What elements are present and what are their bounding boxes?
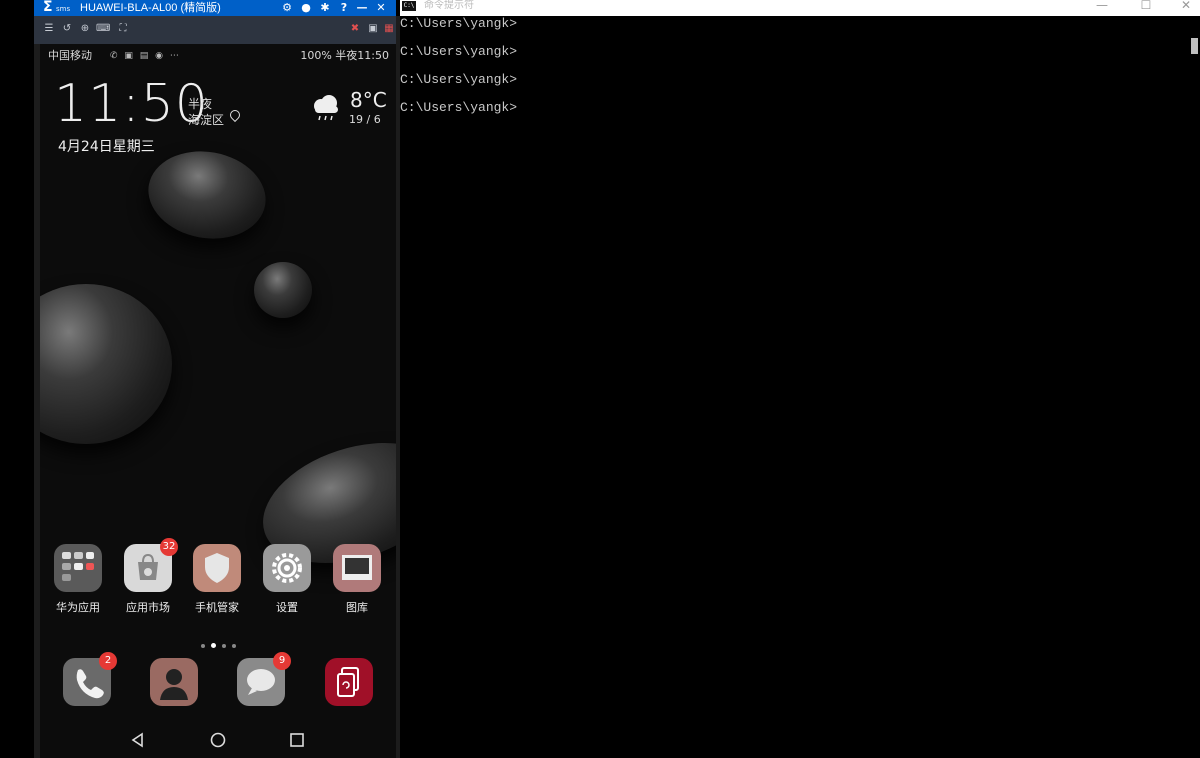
notification-badge: 32 [160, 538, 178, 556]
close-icon[interactable]: ✕ [1166, 0, 1200, 12]
home-icon[interactable] [210, 732, 226, 748]
cmd-scrollbar[interactable] [1188, 16, 1200, 758]
app-label: 手机管家 [195, 601, 239, 614]
cmd-console-output[interactable]: C:\Users\yangk> C:\Users\yangk> C:\Users… [400, 16, 1188, 758]
clock-ampm: 半夜 [188, 97, 213, 111]
date-label: 4月24日星期三 [58, 139, 155, 155]
pin-icon[interactable]: ✱ [318, 0, 332, 16]
app-label: 华为应用 [56, 601, 100, 614]
mute-icon[interactable]: ✖ [348, 22, 362, 36]
clock-time[interactable]: 11:50 [54, 74, 209, 134]
carrier-label: 中国移动 [48, 49, 92, 62]
clock-location: 海淀区 [188, 113, 225, 127]
menu-icon[interactable]: ☰ [42, 22, 56, 36]
back-icon[interactable] [130, 732, 146, 748]
gallery-icon [333, 544, 381, 592]
command-prompt-window[interactable]: C:\ 命令提示符 — ☐ ✕ C:\Users\yangk> C:\Users… [400, 0, 1200, 758]
phone-icon: 2 [63, 652, 117, 706]
wallpaper-pebble [40, 284, 172, 444]
console-line: C:\Users\yangk> [400, 16, 518, 31]
dock-contacts[interactable] [144, 658, 204, 706]
fullscreen-icon[interactable]: ⛶ [116, 22, 130, 36]
gear-icon [263, 544, 311, 592]
app-gallery[interactable]: 图库 [327, 544, 387, 615]
phone-status-bar: 中国移动 ✆ ▣ ▤ ◉ ⋯ 100% 半夜11:50 [40, 44, 396, 68]
huawei-market-icon: 32 [124, 538, 178, 592]
grid-icon[interactable]: ▦ [382, 22, 396, 36]
page-dot[interactable] [222, 644, 226, 648]
screen-icon[interactable]: ▣ [366, 22, 380, 36]
settings-icon[interactable]: ⚙ [280, 0, 294, 16]
app-label: 应用市场 [126, 601, 170, 614]
wallpaper-pebble [141, 142, 273, 248]
console-line: C:\Users\yangk> [400, 72, 518, 87]
cmd-app-icon: C:\ [402, 1, 416, 11]
zoom-icon[interactable]: ⊕ [78, 22, 92, 36]
page-dot-active[interactable] [211, 643, 216, 648]
keyboard-icon[interactable]: ⌨ [96, 22, 110, 36]
sigma-logo-icon: Σ [43, 0, 53, 15]
notification-badge: 2 [99, 652, 117, 670]
info-icon[interactable]: ● [299, 0, 313, 16]
app-label: 图库 [346, 601, 368, 614]
cmd-window-title: 命令提示符 [424, 0, 474, 11]
nav-bar [40, 722, 396, 758]
recents-icon[interactable] [289, 732, 305, 748]
minimize-icon[interactable]: — [1082, 0, 1122, 12]
dock-messages[interactable]: 9 [231, 652, 291, 706]
weather-temp: 8°C [350, 88, 387, 112]
console-line: C:\Users\yangk> [400, 44, 518, 59]
wallpaper-pebble [254, 262, 312, 318]
copy-sync-icon [325, 658, 373, 706]
app-huawei-apps[interactable]: 华为应用 [48, 544, 108, 615]
app-label: 设置 [276, 601, 298, 614]
status-icons: ✆ ▣ ▤ ◉ ⋯ [110, 51, 181, 61]
maximize-icon[interactable]: ☐ [1126, 0, 1166, 12]
page-dot[interactable] [201, 644, 205, 648]
console-line: C:\Users\yangk> [400, 100, 518, 115]
page-indicator [198, 633, 239, 652]
cmd-title-bar[interactable]: C:\ 命令提示符 — ☐ ✕ [400, 0, 1200, 16]
close-icon[interactable]: ✕ [374, 0, 388, 16]
minimize-icon[interactable]: — [355, 0, 369, 16]
dock-phone[interactable]: 2 [57, 652, 117, 706]
phone-mirror-window: Σ sms HUAWEI-BLA-AL00 (精简版) ⚙ ● ✱ ? — ✕ … [0, 0, 400, 758]
phone-screen[interactable]: 中国移动 ✆ ▣ ▤ ◉ ⋯ 100% 半夜11:50 11:50 半夜 海淀区… [40, 44, 396, 758]
contacts-icon [150, 658, 198, 706]
app-phone-manager[interactable]: 手机管家 [187, 544, 247, 615]
app-folder-icon [54, 544, 102, 592]
dock-mirror-app[interactable] [319, 658, 379, 706]
message-icon: 9 [237, 652, 291, 706]
notification-badge: 9 [273, 652, 291, 670]
battery-time: 100% 半夜11:50 [300, 49, 389, 62]
rotate-icon[interactable]: ↺ [60, 22, 74, 36]
location-pin-icon [227, 107, 243, 123]
weather-range: 19 / 6 [349, 113, 381, 126]
app-market[interactable]: 32 应用市场 [118, 538, 178, 615]
mirror-toolbar: ☰ ↺ ⊕ ⌨ ⛶ ✖ ▣ ▦ [34, 16, 396, 44]
mirror-title-bar: Σ sms HUAWEI-BLA-AL00 (精简版) ⚙ ● ✱ ? — ✕ [34, 0, 396, 16]
shield-icon [193, 544, 241, 592]
page-dot[interactable] [232, 644, 236, 648]
help-icon[interactable]: ? [337, 0, 351, 16]
mirror-window-title: HUAWEI-BLA-AL00 (精简版) [80, 2, 221, 14]
mirror-logo-text: sms [56, 5, 71, 13]
app-settings[interactable]: 设置 [257, 544, 317, 615]
cloud-rain-icon[interactable] [310, 92, 342, 122]
scrollbar-thumb[interactable] [1191, 38, 1198, 54]
